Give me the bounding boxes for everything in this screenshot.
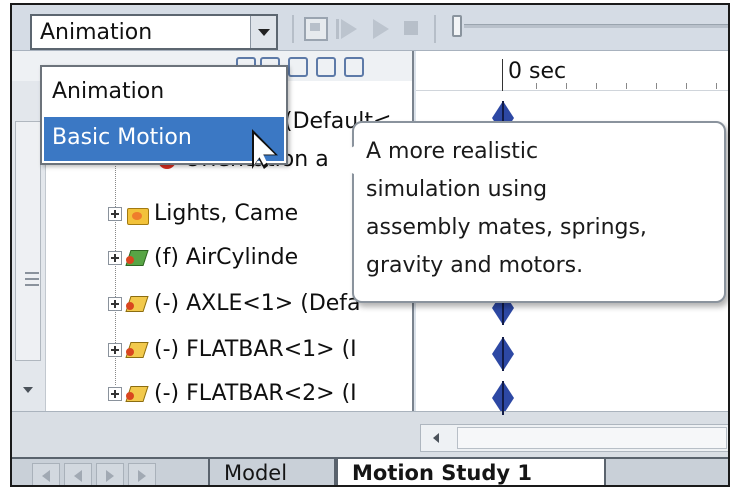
tree-item-label: (-) FLATBAR<1> (I [154,337,357,362]
tree-item-label: (f) AirCylinde [154,245,299,270]
scroll-left-arrow-icon[interactable] [433,433,439,443]
previous-tab-icon[interactable] [64,463,92,485]
tree-item-label: (-) FLATBAR<2> (I [154,381,357,406]
keyframe-diamond[interactable] [492,337,514,371]
toolbar-separator [434,15,436,43]
play-icon[interactable] [368,17,392,41]
keyframe-diamond[interactable] [492,381,514,415]
timeline-ruler: 0 sec [416,51,728,91]
autosort-icon[interactable] [342,55,364,77]
motion-toolbar: Animation [12,5,728,51]
time-tick [716,83,717,89]
pane-footer [12,411,728,457]
filter-results-icon[interactable] [314,55,336,77]
dropdown-option-basic-motion[interactable]: Basic Motion [44,117,284,161]
motion-manager-window: Animation (Default< a Lights, Came (f) A… [10,3,730,487]
part-icon [126,383,150,405]
tooltip-text: A more realistic simulation using assemb… [366,139,647,278]
time-tick [686,83,687,89]
time-label: 0 sec [508,59,567,84]
study-type-dropdown-list: Animation Basic Motion [40,65,288,165]
basic-motion-tooltip: A more realistic simulation using assemb… [352,121,726,303]
scroll-grip-icon [25,272,39,286]
dropdown-option-animation[interactable]: Animation [44,71,284,115]
time-tick [626,83,627,89]
part-icon [126,293,150,315]
tree-item-label: Lights, Came [154,201,299,226]
expand-icon[interactable] [108,207,122,221]
scroll-down-arrow-icon[interactable] [23,387,33,393]
time-tick [566,83,567,89]
filter-selected-icon[interactable] [286,55,308,77]
expand-icon[interactable] [108,343,122,357]
document-tab-bar: Model Motion Study 1 [12,457,728,485]
lights-cameras-folder-icon [126,203,150,225]
time-tick [536,83,537,89]
toolbar-separator [292,15,294,43]
slider-track [464,24,728,28]
assembly-icon [126,247,150,269]
time-tick [656,83,657,89]
calculate-icon[interactable] [304,17,328,41]
play-from-start-icon[interactable] [336,17,360,41]
tab-model[interactable]: Model [208,459,336,485]
study-type-value: Animation [40,20,153,45]
keyframe-diamond[interactable] [492,101,514,135]
expand-icon[interactable] [108,387,122,401]
chevron-down-icon[interactable] [250,16,276,48]
time-tick [596,83,597,89]
timeline-horizontal-scrollbar[interactable] [420,424,728,452]
expand-icon[interactable] [108,251,122,265]
slider-thumb[interactable] [452,15,462,37]
tab-motion-study-1[interactable]: Motion Study 1 [336,459,606,485]
time-zero-tick [502,59,503,91]
part-icon [126,339,150,361]
tree-item-label: (-) AXLE<1> (Defa [154,291,361,316]
first-tab-icon[interactable] [32,463,60,485]
study-type-select[interactable]: Animation [30,14,278,50]
next-tab-icon[interactable] [96,463,124,485]
mouse-cursor-icon [252,129,278,169]
scrollbar-thumb[interactable] [15,121,41,361]
playback-speed-slider[interactable] [452,15,728,37]
expand-icon[interactable] [108,297,122,311]
last-tab-icon[interactable] [128,463,156,485]
stop-icon[interactable] [400,17,424,41]
scrollbar-thumb[interactable] [457,427,727,449]
